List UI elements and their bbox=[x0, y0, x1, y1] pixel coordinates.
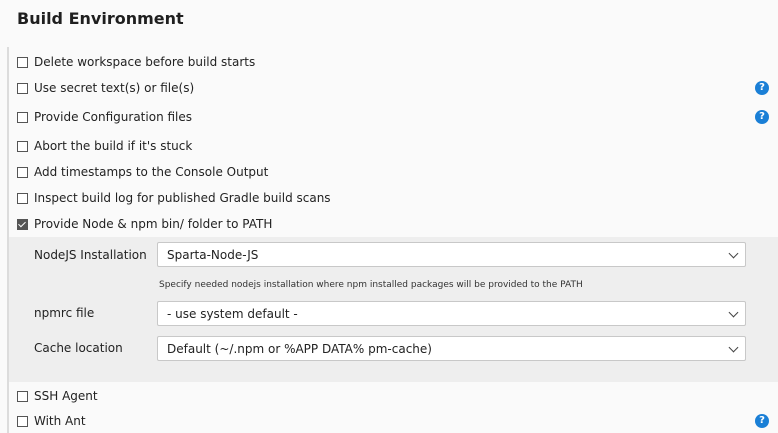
option-label: Abort the build if it's stuck bbox=[34, 139, 193, 153]
chevron-down-icon bbox=[728, 248, 739, 259]
option-label: Provide Configuration files bbox=[34, 110, 193, 124]
cache-location-select[interactable]: Default (~/.npm or %APP DATA% pm-cache) bbox=[157, 336, 746, 361]
help-icon[interactable]: ? bbox=[755, 414, 769, 428]
npmrc-file-label: npmrc file bbox=[34, 306, 95, 320]
option-secret-text[interactable]: Use secret text(s) or file(s) bbox=[17, 79, 194, 97]
checkbox[interactable] bbox=[17, 56, 28, 68]
checkbox[interactable] bbox=[17, 166, 28, 178]
chevron-down-icon bbox=[728, 307, 739, 318]
checkbox[interactable] bbox=[17, 415, 28, 427]
cache-location-value: Default (~/.npm or %APP DATA% pm-cache) bbox=[167, 341, 432, 356]
nodejs-installation-label: NodeJS Installation bbox=[34, 248, 147, 262]
checkbox[interactable] bbox=[17, 390, 28, 402]
checkbox[interactable] bbox=[17, 82, 28, 94]
option-ssh-agent[interactable]: SSH Agent bbox=[17, 387, 98, 405]
option-label: With Ant bbox=[34, 414, 86, 428]
option-config-files[interactable]: Provide Configuration files bbox=[17, 108, 192, 126]
option-gradle-scans[interactable]: Inspect build log for published Gradle b… bbox=[17, 189, 331, 207]
npmrc-file-select[interactable]: - use system default - bbox=[157, 301, 746, 326]
npmrc-file-value: - use system default - bbox=[167, 306, 298, 321]
option-abort-stuck[interactable]: Abort the build if it's stuck bbox=[17, 137, 192, 155]
help-icon[interactable]: ? bbox=[755, 81, 769, 95]
option-timestamps[interactable]: Add timestamps to the Console Output bbox=[17, 163, 268, 181]
nodejs-installation-value: Sparta-Node-JS bbox=[167, 247, 259, 262]
option-with-ant[interactable]: With Ant bbox=[17, 412, 86, 430]
checkbox[interactable] bbox=[17, 192, 28, 204]
option-delete-workspace[interactable]: Delete workspace before build starts bbox=[17, 53, 255, 71]
checkbox[interactable] bbox=[17, 140, 28, 152]
build-environment-page: Build Environment Delete workspace befor… bbox=[0, 0, 778, 433]
option-label: Delete workspace before build starts bbox=[34, 55, 256, 69]
checkbox[interactable] bbox=[17, 111, 28, 123]
option-label: Inspect build log for published Gradle b… bbox=[34, 191, 331, 205]
cache-location-label: Cache location bbox=[34, 341, 123, 355]
help-icon[interactable]: ? bbox=[755, 110, 769, 124]
option-node-npm-path[interactable]: Provide Node & npm bin/ folder to PATH bbox=[17, 215, 272, 233]
option-label: Add timestamps to the Console Output bbox=[34, 165, 269, 179]
section-title: Build Environment bbox=[17, 9, 184, 28]
nodejs-installation-hint: Specify needed nodejs installation where… bbox=[159, 280, 583, 290]
option-label: Use secret text(s) or file(s) bbox=[34, 81, 195, 95]
option-label: Provide Node & npm bin/ folder to PATH bbox=[34, 217, 273, 231]
option-label: SSH Agent bbox=[34, 389, 98, 403]
checkbox-checked[interactable] bbox=[17, 218, 28, 230]
chevron-down-icon bbox=[728, 342, 739, 353]
nodejs-installation-select[interactable]: Sparta-Node-JS bbox=[157, 242, 746, 267]
